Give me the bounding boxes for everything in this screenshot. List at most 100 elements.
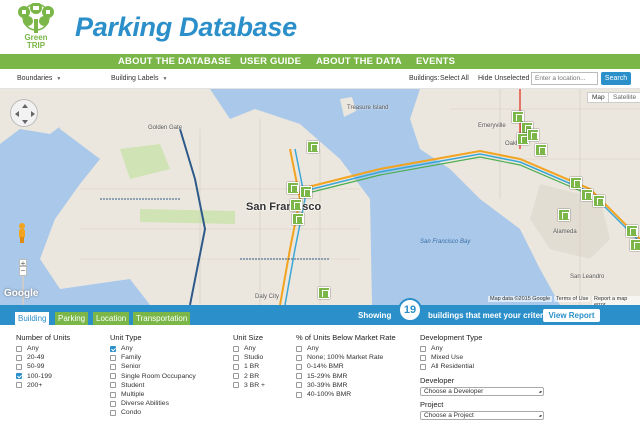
checkbox[interactable] <box>296 354 302 361</box>
building-marker[interactable] <box>626 225 638 237</box>
hide-unselected-link[interactable]: Hide Unselected <box>478 75 529 82</box>
checkbox[interactable] <box>110 363 116 370</box>
filter-title: Development Type <box>420 333 483 342</box>
nav-about-data[interactable]: ABOUT THE DATA <box>316 56 402 67</box>
checkbox[interactable] <box>233 345 239 352</box>
map-view[interactable]: San Francisco Treasure Island Emeryville… <box>0 89 640 305</box>
checkbox[interactable] <box>420 354 426 361</box>
building-marker[interactable] <box>581 189 593 201</box>
street-view-pegman-icon[interactable] <box>16 222 28 244</box>
checkbox[interactable] <box>16 345 22 352</box>
building-marker[interactable] <box>287 182 299 194</box>
filter-option[interactable]: Senior <box>110 362 196 371</box>
filter-option[interactable]: 1 BR <box>233 362 265 371</box>
building-marker[interactable] <box>630 239 640 251</box>
checkbox[interactable] <box>16 363 22 370</box>
filter-option[interactable]: 30-39% BMR <box>296 381 396 390</box>
map-type-map-button[interactable]: Map <box>587 92 610 103</box>
tab-building[interactable]: Building <box>15 312 50 325</box>
filter-option[interactable]: Condo <box>110 408 196 417</box>
filter-option[interactable]: 100-199 <box>16 372 70 381</box>
filter-option[interactable]: Any <box>233 344 265 353</box>
nav-events[interactable]: EVENTS <box>416 56 455 67</box>
filter-option[interactable]: None; 100% Market Rate <box>296 353 396 362</box>
filter-option[interactable]: Mixed Use <box>420 353 482 362</box>
terms-of-use-link[interactable]: Terms of Use <box>554 296 591 302</box>
filter-option[interactable]: All Residential <box>420 362 482 371</box>
checkbox[interactable] <box>110 391 116 398</box>
boundaries-dropdown[interactable]: Boundaries ▼ <box>17 75 61 82</box>
checkbox[interactable] <box>296 345 302 352</box>
checkbox[interactable] <box>296 382 302 389</box>
filter-option[interactable]: Any <box>16 344 70 353</box>
filter-option[interactable]: 200+ <box>16 381 70 390</box>
developer-select[interactable]: Choose a Developer <box>420 387 544 396</box>
checkbox[interactable] <box>16 373 22 380</box>
filter-option[interactable]: 2 BR <box>233 372 265 381</box>
filter-option[interactable]: 15-29% BMR <box>296 372 396 381</box>
tab-parking[interactable]: Parking <box>55 312 89 325</box>
filter-option[interactable]: 3 BR + <box>233 381 265 390</box>
building-marker[interactable] <box>300 186 312 198</box>
tab-transportation[interactable]: Transportation <box>133 312 191 325</box>
checkbox[interactable] <box>420 363 426 370</box>
checkbox[interactable] <box>296 373 302 380</box>
nav-user-guide[interactable]: USER GUIDE <box>240 56 301 67</box>
filter-option[interactable]: Family <box>110 353 196 362</box>
filter-option[interactable]: Studio <box>233 353 265 362</box>
checkbox[interactable] <box>233 363 239 370</box>
checkbox[interactable] <box>110 409 116 416</box>
checkbox[interactable] <box>16 354 22 361</box>
checkbox[interactable] <box>110 345 116 352</box>
filter-option[interactable]: 50-99 <box>16 362 70 371</box>
building-marker[interactable] <box>292 213 304 225</box>
filter-option[interactable]: Any <box>296 344 396 353</box>
filter-option[interactable]: Student <box>110 381 196 390</box>
building-marker[interactable] <box>593 195 605 207</box>
checkbox[interactable] <box>233 373 239 380</box>
checkbox[interactable] <box>110 373 116 380</box>
filter-option-label: 15-29% BMR <box>307 372 348 380</box>
checkbox[interactable] <box>420 345 426 352</box>
building-marker[interactable] <box>535 144 547 156</box>
project-select[interactable]: Choose a Project <box>420 411 544 420</box>
checkbox[interactable] <box>296 391 302 398</box>
search-button[interactable]: Search <box>601 72 631 85</box>
nav-about-database[interactable]: ABOUT THE DATABASE <box>118 56 231 67</box>
building-marker[interactable] <box>558 209 570 221</box>
zoom-out-button[interactable]: − <box>19 266 27 276</box>
filter-option[interactable]: Any <box>420 344 482 353</box>
logo-text-bottom: TRIP <box>26 41 46 50</box>
checkbox[interactable] <box>110 354 116 361</box>
filter-option[interactable]: Diverse Abilities <box>110 399 196 408</box>
checkbox[interactable] <box>16 382 22 389</box>
checkbox[interactable] <box>233 382 239 389</box>
select-all-link[interactable]: Select All <box>440 75 469 82</box>
filter-title: Developer <box>420 376 455 385</box>
filter-option[interactable]: 40-100% BMR <box>296 390 396 399</box>
filter-title: % of Units Below Market Rate <box>296 333 396 342</box>
checkbox[interactable] <box>110 400 116 407</box>
checkbox[interactable] <box>296 363 302 370</box>
map-type-satellite-button[interactable]: Satellite <box>608 92 640 103</box>
building-marker[interactable] <box>290 199 302 211</box>
location-search-input[interactable] <box>531 72 598 85</box>
filter-option[interactable]: 20-49 <box>16 353 70 362</box>
filter-option[interactable]: Multiple <box>110 390 196 399</box>
pan-control[interactable] <box>10 99 38 127</box>
building-marker[interactable] <box>527 129 539 141</box>
building-marker[interactable] <box>318 287 330 299</box>
report-map-error-link[interactable]: Report a map error <box>592 296 640 305</box>
filter-option[interactable]: 0-14% BMR <box>296 362 396 371</box>
checkbox[interactable] <box>233 354 239 361</box>
tab-location[interactable]: Location <box>93 312 130 325</box>
filter-option[interactable]: Any <box>110 344 196 353</box>
checkbox[interactable] <box>110 382 116 389</box>
view-report-button[interactable]: View Report <box>543 309 600 322</box>
building-marker[interactable] <box>307 141 319 153</box>
criteria-label: buildings that meet your criteria. <box>428 311 553 320</box>
building-labels-dropdown[interactable]: Building Labels ▼ <box>111 75 167 82</box>
building-marker[interactable] <box>570 177 582 189</box>
greentrip-logo[interactable]: Green TRIP <box>6 2 66 51</box>
filter-option[interactable]: Single Room Occupancy <box>110 372 196 381</box>
